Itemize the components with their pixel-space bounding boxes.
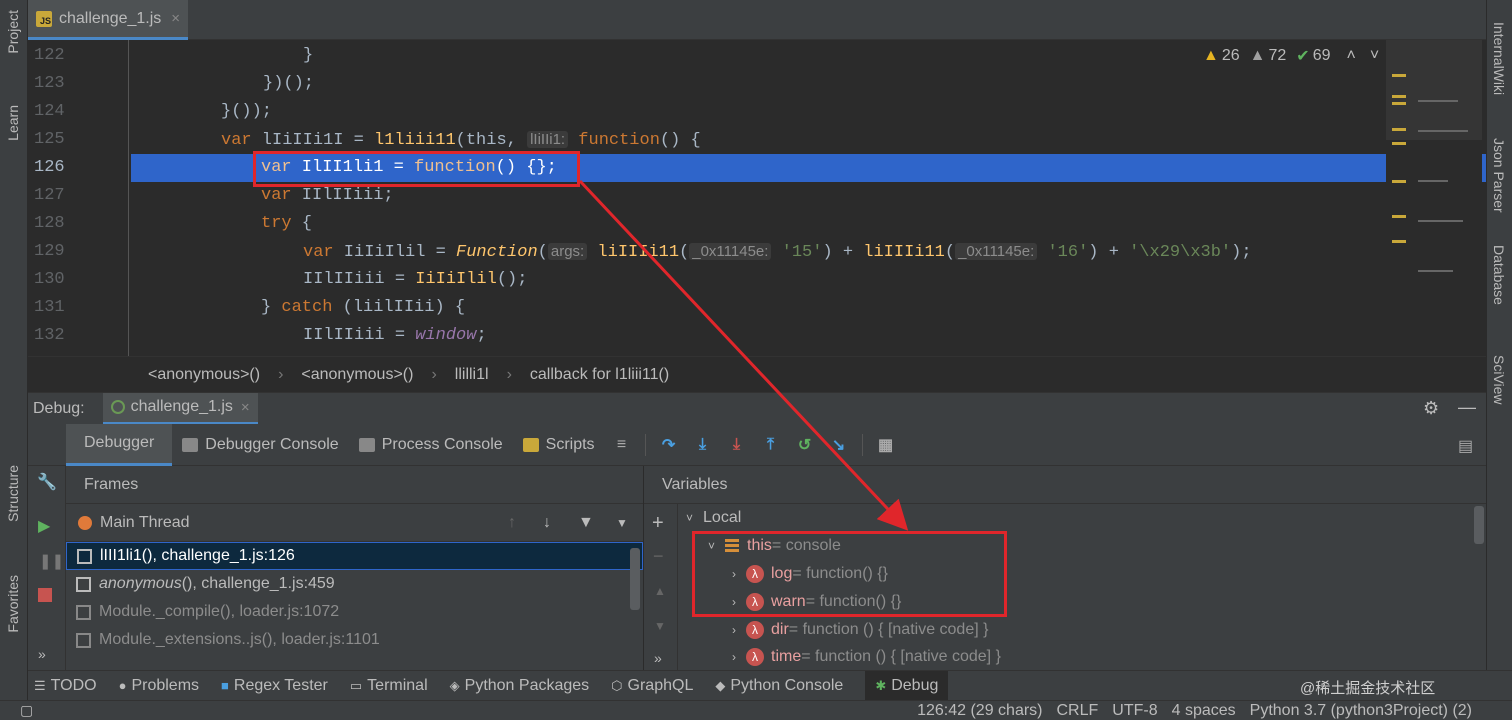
annotation-arrow (578, 179, 909, 531)
